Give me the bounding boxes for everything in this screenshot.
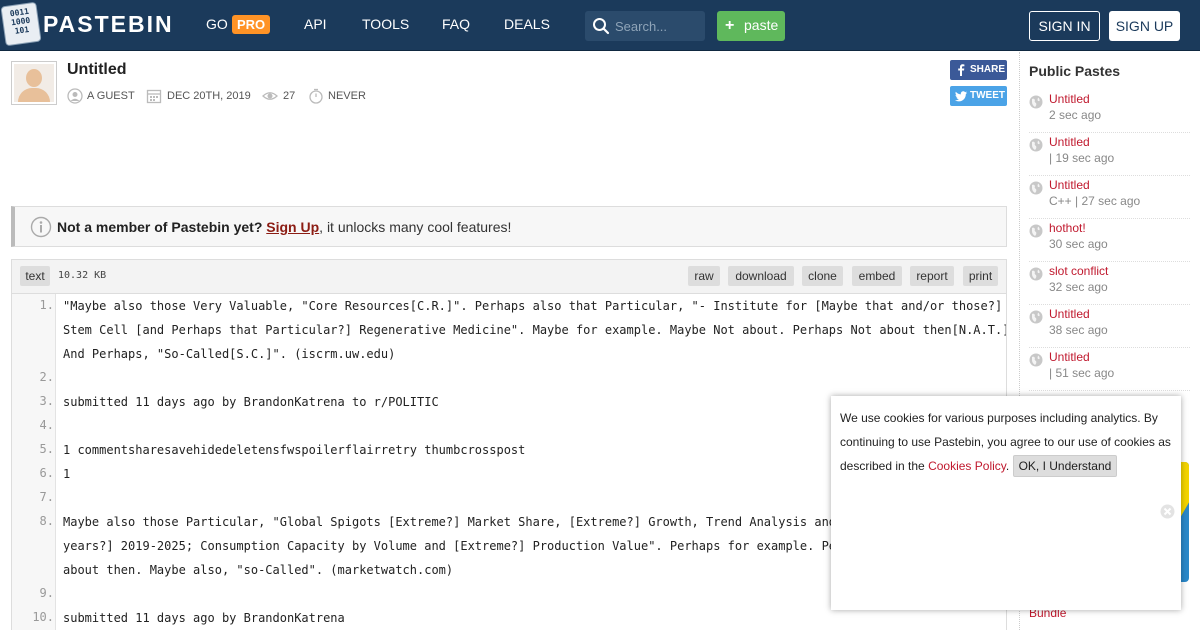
public-paste-meta: 32 sec ago bbox=[1049, 280, 1108, 294]
search-box bbox=[585, 11, 705, 41]
globe-icon bbox=[1029, 224, 1043, 238]
line-number: 8. bbox=[39, 514, 54, 528]
logo-icon: 0011 1000 101 bbox=[0, 1, 42, 47]
code-line: Stem Cell [and Perhaps that Particular?]… bbox=[63, 323, 1007, 337]
public-paste-meta: 38 sec ago bbox=[1049, 323, 1108, 337]
public-paste-meta: 30 sec ago bbox=[1049, 237, 1108, 251]
nav-go[interactable]: GO bbox=[206, 16, 228, 32]
pro-badge[interactable]: PRO bbox=[232, 15, 271, 34]
code-line: And Perhaps, "So-Called[S.C.]". (iscrm.u… bbox=[63, 347, 396, 361]
eye-icon bbox=[262, 92, 278, 100]
line-number: 9. bbox=[39, 586, 54, 600]
public-paste-meta: C++ | 27 sec ago bbox=[1049, 194, 1141, 208]
code-line: "Maybe also those Very Valuable, "Core R… bbox=[63, 299, 1003, 313]
public-paste-meta: | 51 sec ago bbox=[1049, 366, 1115, 380]
public-paste-item[interactable]: slot conflict 32 sec ago bbox=[1029, 262, 1190, 305]
info-icon bbox=[30, 216, 52, 238]
paste-size: 10.32 KB bbox=[58, 270, 107, 281]
line-number: 1. bbox=[39, 298, 54, 312]
syntax-badge[interactable]: text bbox=[20, 266, 50, 286]
paste-author[interactable]: A GUEST bbox=[87, 90, 135, 102]
notice-signup-link[interactable]: Sign Up bbox=[266, 219, 319, 235]
paste-expiry: NEVER bbox=[328, 90, 366, 102]
search-icon[interactable] bbox=[592, 17, 610, 35]
nav-tools[interactable]: TOOLS bbox=[362, 16, 409, 32]
public-paste-name[interactable]: Untitled bbox=[1049, 92, 1090, 106]
code-toolbar: text 10.32 KB raw download clone embed r… bbox=[11, 259, 1007, 294]
top-header: 0011 1000 101 PASTEBIN GO PRO API TOOLS … bbox=[0, 0, 1200, 51]
public-paste-item[interactable]: Untitled 2 sec ago bbox=[1029, 90, 1190, 133]
line-number: 2. bbox=[39, 370, 54, 384]
public-paste-item[interactable]: Untitled | 19 sec ago bbox=[1029, 133, 1190, 176]
twitter-share-button[interactable]: TWEET bbox=[950, 86, 1007, 106]
public-pastes-title: Public Pastes bbox=[1029, 63, 1121, 79]
user-icon bbox=[67, 88, 83, 104]
cookies-policy-link[interactable]: Cookies Policy bbox=[928, 459, 1006, 473]
signup-notice: Not a member of Pastebin yet? Sign Up, i… bbox=[11, 206, 1007, 247]
nav-deals[interactable]: DEALS bbox=[504, 16, 550, 32]
paste-views: 27 bbox=[283, 90, 296, 102]
sign-in-button[interactable]: SIGN IN bbox=[1029, 11, 1100, 41]
avatar-image bbox=[14, 64, 54, 102]
public-paste-item[interactable]: Untitled 38 sec ago bbox=[1029, 305, 1190, 348]
download-button[interactable]: download bbox=[728, 266, 794, 286]
nav-api[interactable]: API bbox=[304, 16, 327, 32]
globe-icon bbox=[1029, 267, 1043, 281]
new-paste-button[interactable]: + paste bbox=[717, 11, 785, 41]
globe-icon bbox=[1029, 95, 1043, 109]
plus-icon: + bbox=[725, 17, 735, 34]
nav-faq[interactable]: FAQ bbox=[442, 16, 470, 32]
pastebin-logo[interactable]: 0011 1000 101 PASTEBIN bbox=[0, 1, 174, 47]
line-number-gutter: 1. 2. 3. 4. 5. 6. 7. 8. 9. 10. bbox=[12, 294, 56, 630]
guest-avatar bbox=[11, 61, 57, 105]
print-button[interactable]: print bbox=[963, 266, 998, 286]
line-number: 5. bbox=[39, 442, 54, 456]
public-paste-name[interactable]: Untitled bbox=[1049, 135, 1090, 149]
notice-prefix: Not a member of Pastebin yet? bbox=[57, 219, 263, 235]
public-paste-name[interactable]: Untitled bbox=[1049, 178, 1090, 192]
calendar-icon bbox=[146, 89, 162, 104]
cookie-banner: We use cookies for various purposes incl… bbox=[831, 396, 1181, 610]
timer-icon bbox=[309, 88, 323, 104]
paste-date: DEC 20TH, 2019 bbox=[167, 90, 251, 102]
raw-button[interactable]: raw bbox=[688, 266, 720, 286]
line-number: 4. bbox=[39, 418, 54, 432]
twitter-icon bbox=[955, 91, 967, 102]
line-number: 7. bbox=[39, 490, 54, 504]
public-paste-name[interactable]: Untitled bbox=[1049, 350, 1090, 364]
globe-icon bbox=[1029, 310, 1043, 324]
report-button[interactable]: report bbox=[910, 266, 954, 286]
public-paste-name[interactable]: hothot! bbox=[1049, 221, 1086, 235]
public-paste-item[interactable]: Untitled | 51 sec ago bbox=[1029, 348, 1190, 391]
search-input[interactable] bbox=[615, 17, 701, 35]
clone-button[interactable]: clone bbox=[802, 266, 843, 286]
logo-text: PASTEBIN bbox=[43, 10, 174, 37]
public-paste-meta: | 19 sec ago bbox=[1049, 151, 1115, 165]
globe-icon bbox=[1029, 353, 1043, 367]
globe-icon bbox=[1029, 138, 1043, 152]
cookie-accept-button[interactable]: OK, I Understand bbox=[1012, 455, 1118, 477]
line-number: 3. bbox=[39, 394, 54, 408]
line-number: 6. bbox=[39, 466, 54, 480]
sign-up-button[interactable]: SIGN UP bbox=[1109, 11, 1180, 41]
facebook-share-button[interactable]: SHARE bbox=[950, 60, 1007, 80]
embed-button[interactable]: embed bbox=[852, 266, 902, 286]
public-paste-meta: 2 sec ago bbox=[1049, 108, 1102, 122]
line-number: 10. bbox=[32, 610, 54, 624]
notice-suffix: , it unlocks many cool features! bbox=[319, 219, 512, 235]
public-paste-name[interactable]: slot conflict bbox=[1049, 264, 1108, 278]
close-icon[interactable] bbox=[1160, 504, 1175, 519]
public-paste-name[interactable]: Untitled bbox=[1049, 307, 1090, 321]
facebook-icon bbox=[958, 64, 965, 76]
new-paste-label: paste bbox=[744, 17, 779, 33]
public-paste-item[interactable]: Untitled C++ | 27 sec ago bbox=[1029, 176, 1190, 219]
paste-title: Untitled bbox=[67, 61, 127, 78]
public-paste-item[interactable]: hothot! 30 sec ago bbox=[1029, 219, 1190, 262]
globe-icon bbox=[1029, 181, 1043, 195]
